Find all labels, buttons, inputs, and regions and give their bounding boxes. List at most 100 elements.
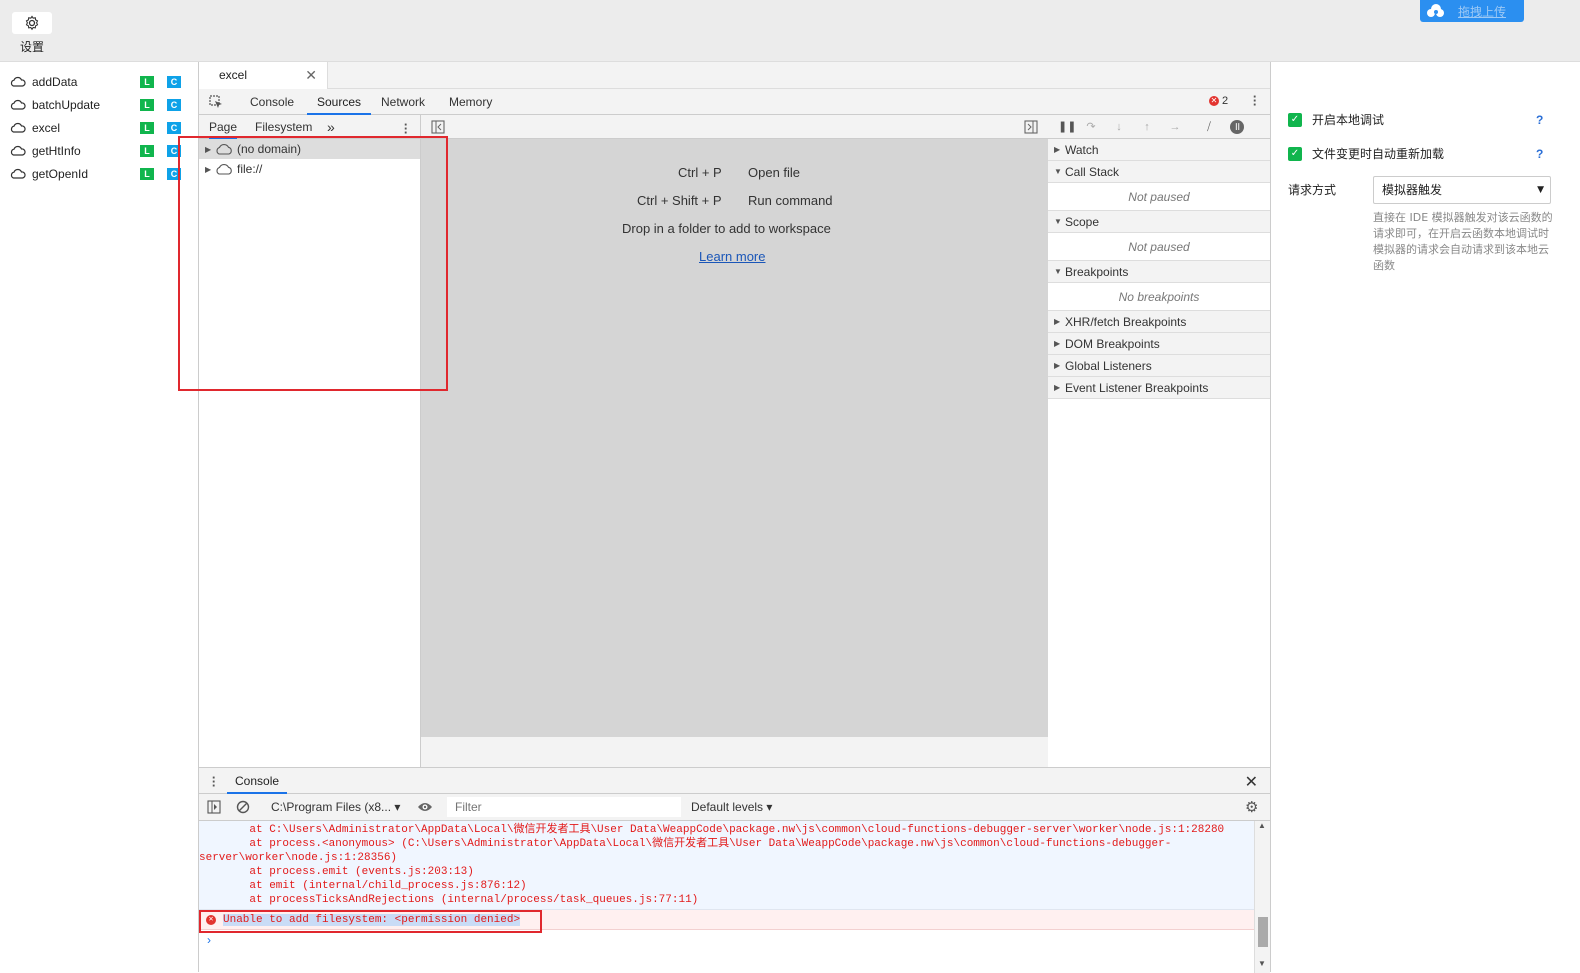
eye-icon[interactable] <box>417 801 433 813</box>
step-over-icon[interactable]: ↷ <box>1084 120 1098 134</box>
cloud-icon <box>1427 4 1444 17</box>
scroll-down-icon[interactable]: ▼ <box>1258 959 1266 968</box>
cloud-badge[interactable]: C <box>167 76 181 88</box>
auto-reload-option[interactable]: ✓ 文件变更时自动重新加载 <box>1288 145 1444 162</box>
tab-sources[interactable]: Sources <box>307 89 372 115</box>
tab-network[interactable]: Network <box>381 89 425 115</box>
close-drawer-icon[interactable]: ✕ <box>1245 772 1258 792</box>
settings-button[interactable] <box>12 12 52 34</box>
function-name: excel <box>32 120 61 135</box>
function-name: getHtInfo <box>32 143 81 158</box>
close-icon[interactable]: ✕ <box>305 62 317 89</box>
dom-breakpoints-section[interactable]: ▶ DOM Breakpoints <box>1048 333 1270 355</box>
element-picker-icon[interactable] <box>209 95 223 109</box>
error-icon: ✕ <box>1209 96 1219 106</box>
auto-reload-label: 文件变更时自动重新加载 <box>1312 147 1445 161</box>
section-title: Scope <box>1065 214 1100 229</box>
breakpoints-section[interactable]: ▼ Breakpoints <box>1048 261 1270 283</box>
step-out-icon[interactable]: ↑ <box>1140 120 1154 134</box>
console-toolbar: C:\Program Files (x8... ▾ Default levels… <box>199 794 1270 821</box>
call-stack-section[interactable]: ▼ Call Stack <box>1048 161 1270 183</box>
local-badge[interactable]: L <box>140 145 154 157</box>
log-levels-dropdown[interactable]: Default levels ▾ <box>691 800 772 814</box>
function-item-getOpenId[interactable]: getOpenId L C <box>0 162 198 185</box>
debugger-sidebar: ❚❚ ↷ ↓ ↑ → ⧸ ॥ ▶ Watch ▼ Call Stack Not pa… <box>1048 115 1270 767</box>
event-listener-breakpoints-section[interactable]: ▶ Event Listener Breakpoints <box>1048 377 1270 399</box>
local-debug-checkbox[interactable]: ✓ <box>1288 112 1302 127</box>
function-item-excel[interactable]: excel L C <box>0 116 198 139</box>
function-item-addData[interactable]: addData L C <box>0 70 198 93</box>
scroll-up-icon[interactable]: ▲ <box>1258 821 1266 830</box>
console-prompt[interactable]: › <box>199 930 1254 950</box>
debug-settings-panel: ✓ 开启本地调试 ? ✓ 文件变更时自动重新加载 ? 请求方式 模拟器触发 ▼ … <box>1272 62 1580 972</box>
step-icon[interactable]: → <box>1168 120 1182 134</box>
cloud-function-list: addData L C batchUpdate L C excel L C ge… <box>0 70 198 185</box>
pause-on-exceptions-icon[interactable]: ॥ <box>1230 120 1244 134</box>
navigator-menu-icon[interactable]: · · · <box>403 118 409 139</box>
deactivate-breakpoints-icon[interactable]: ⧸ <box>1202 120 1216 134</box>
collapse-triangle-icon: ▶ <box>1054 145 1061 154</box>
section-title: Event Listener Breakpoints <box>1065 380 1209 395</box>
local-badge[interactable]: L <box>140 122 154 134</box>
scroll-thumb[interactable] <box>1258 917 1268 947</box>
file-tab-excel[interactable]: excel ✕ <box>199 62 328 89</box>
local-debug-option[interactable]: ✓ 开启本地调试 <box>1288 111 1384 128</box>
pause-icon[interactable]: ❚❚ <box>1058 120 1076 134</box>
chevron-down-icon: ▼ <box>1537 185 1544 195</box>
file-tabstrip: excel ✕ <box>199 62 1270 89</box>
cloud-function-icon <box>10 99 26 110</box>
annotation-box-navigator <box>178 136 448 391</box>
function-name: getOpenId <box>32 166 89 181</box>
context-selector[interactable]: C:\Program Files (x8... ▾ <box>271 800 400 814</box>
toggle-navigator-icon[interactable] <box>431 120 445 134</box>
error-counter[interactable]: ✕ 2 <box>1209 95 1228 107</box>
stack-line: server\worker\node.js:1:28356) <box>199 852 398 864</box>
global-listeners-section[interactable]: ▶ Global Listeners <box>1048 355 1270 377</box>
stack-line: at C:\Users\Administrator\AppData\Local\… <box>223 824 1225 836</box>
toggle-debugger-icon[interactable] <box>1024 120 1038 134</box>
tab-console[interactable]: Console <box>250 89 294 115</box>
help-icon[interactable]: ? <box>1536 147 1543 161</box>
console-output: at C:\Users\Administrator\AppData\Local\… <box>199 821 1254 973</box>
xhr-breakpoints-section[interactable]: ▶ XHR/fetch Breakpoints <box>1048 311 1270 333</box>
scope-status: Not paused <box>1048 233 1270 261</box>
scope-section[interactable]: ▼ Scope <box>1048 211 1270 233</box>
stack-line: at processTicksAndRejections (internal/p… <box>223 894 699 906</box>
editor-header <box>421 115 1048 139</box>
top-bar: 设置 拖拽上传 <box>0 0 1580 62</box>
upload-button[interactable]: 拖拽上传 <box>1420 0 1524 22</box>
request-method-select[interactable]: 模拟器触发 ▼ <box>1373 176 1551 204</box>
error-stack-trace: at C:\Users\Administrator\AppData\Local\… <box>199 821 1254 910</box>
step-into-icon[interactable]: ↓ <box>1112 120 1126 134</box>
editor-area: Ctrl + P Open file Ctrl + Shift + P Run … <box>421 115 1048 767</box>
cloud-function-icon <box>10 76 26 87</box>
function-item-getHtInfo[interactable]: getHtInfo L C <box>0 139 198 162</box>
local-badge[interactable]: L <box>140 99 154 111</box>
auto-reload-checkbox[interactable]: ✓ <box>1288 146 1302 161</box>
collapse-triangle-icon: ▶ <box>1054 339 1061 348</box>
watch-section[interactable]: ▶ Watch <box>1048 139 1270 161</box>
cloud-badge[interactable]: C <box>167 99 181 111</box>
console-settings-icon[interactable]: ⚙ <box>1245 798 1258 816</box>
tab-memory[interactable]: Memory <box>449 89 492 115</box>
drawer-menu-icon[interactable]: · · · <box>211 771 217 792</box>
cloud-badge[interactable]: C <box>167 122 181 134</box>
sidebar-toggle-icon[interactable] <box>207 800 221 814</box>
learn-more-link[interactable]: Learn more <box>699 249 765 264</box>
expand-triangle-icon: ▼ <box>1054 167 1062 176</box>
cloud-function-icon <box>10 168 26 179</box>
local-badge[interactable]: L <box>140 76 154 88</box>
tab-console-drawer[interactable]: Console <box>227 768 288 794</box>
console-scrollbar[interactable]: ▲ ▼ <box>1254 821 1270 973</box>
annotation-box-error <box>199 910 542 933</box>
clear-console-icon[interactable] <box>236 800 250 814</box>
more-options-icon[interactable]: · · · <box>1252 90 1258 111</box>
shortcut-action-open: Open file <box>748 165 801 180</box>
section-title: XHR/fetch Breakpoints <box>1065 314 1187 329</box>
local-badge[interactable]: L <box>140 168 154 180</box>
console-filter-input[interactable] <box>447 797 681 817</box>
function-item-batchUpdate[interactable]: batchUpdate L C <box>0 93 198 116</box>
settings-label: 设置 <box>19 40 44 54</box>
expand-triangle-icon: ▼ <box>1054 217 1062 226</box>
help-icon[interactable]: ? <box>1536 113 1543 127</box>
